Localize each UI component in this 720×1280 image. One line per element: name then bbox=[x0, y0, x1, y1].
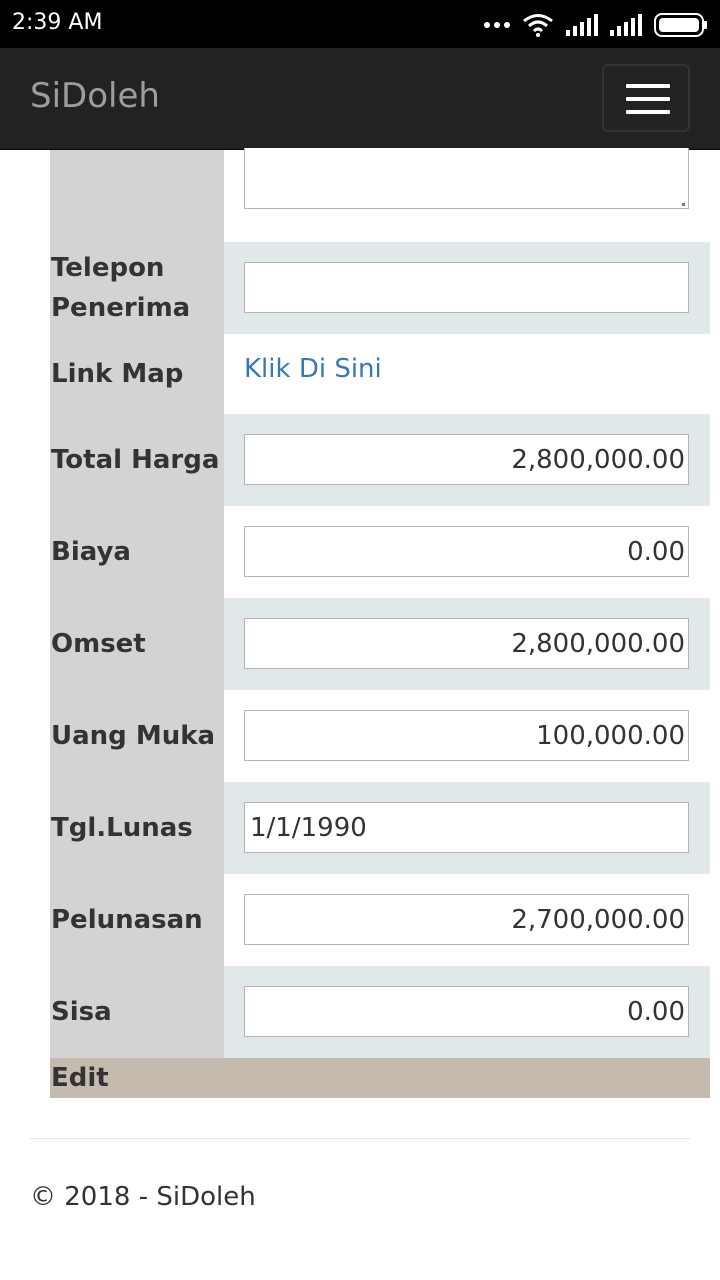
table-row: Total Harga 2,800,000.00 bbox=[50, 414, 710, 506]
navbar: SiDoleh bbox=[0, 48, 720, 150]
row-value: Klik Di Sini bbox=[224, 334, 710, 414]
sisa-field[interactable]: 0.00 bbox=[244, 986, 689, 1037]
uang-muka-label: Uang Muka bbox=[50, 690, 224, 782]
table-row: Omset 2,800,000.00 bbox=[50, 598, 710, 690]
table-row: Link Map Klik Di Sini bbox=[50, 334, 710, 414]
biaya-field[interactable]: 0.00 bbox=[244, 526, 689, 577]
row-value: 2,700,000.00 bbox=[224, 874, 710, 966]
total-harga-label: Total Harga bbox=[50, 414, 224, 506]
brand-link[interactable]: SiDoleh bbox=[30, 76, 160, 116]
footer-copyright: © 2018 - SiDoleh bbox=[30, 1182, 256, 1212]
linkmap-label: Link Map bbox=[50, 334, 224, 414]
table-row: Tgl.Lunas 1/1/1990 bbox=[50, 782, 710, 874]
uang-muka-field[interactable]: 100,000.00 bbox=[244, 710, 689, 761]
signal-icon bbox=[566, 14, 598, 36]
pelunasan-field[interactable]: 2,700,000.00 bbox=[244, 894, 689, 945]
table-row: Pelunasan 2,700,000.00 bbox=[50, 874, 710, 966]
hamburger-menu-icon[interactable] bbox=[602, 64, 690, 132]
resize-grip-icon[interactable] bbox=[682, 203, 685, 206]
edit-link[interactable]: Edit bbox=[50, 1058, 710, 1098]
battery-icon bbox=[654, 13, 707, 37]
map-link[interactable]: Klik Di Sini bbox=[244, 354, 382, 384]
row-value: 2,800,000.00 bbox=[224, 414, 710, 506]
tgl-lunas-label: Tgl.Lunas bbox=[50, 782, 224, 874]
biaya-label: Biaya bbox=[50, 506, 224, 598]
wifi-icon bbox=[523, 14, 553, 37]
status-bar: 2:39 AM bbox=[0, 0, 720, 48]
row-value: 0.00 bbox=[224, 966, 710, 1058]
tgl-lunas-field[interactable]: 1/1/1990 bbox=[244, 802, 689, 853]
row-value: 0.00 bbox=[224, 506, 710, 598]
omset-label: Omset bbox=[50, 598, 224, 690]
row-value bbox=[224, 148, 710, 242]
footer-divider bbox=[30, 1138, 690, 1139]
table-row: Biaya 0.00 bbox=[50, 506, 710, 598]
row-value bbox=[224, 242, 710, 334]
row-value: 100,000.00 bbox=[224, 690, 710, 782]
row-label bbox=[50, 150, 224, 242]
row-value: 1/1/1990 bbox=[224, 782, 710, 874]
row-value: 2,800,000.00 bbox=[224, 598, 710, 690]
status-time: 2:39 AM bbox=[12, 10, 103, 35]
address-textarea[interactable] bbox=[244, 148, 689, 209]
table-row: Sisa 0.00 bbox=[50, 966, 710, 1058]
table-row: Uang Muka 100,000.00 bbox=[50, 690, 710, 782]
total-harga-field[interactable]: 2,800,000.00 bbox=[244, 434, 689, 485]
table-row: Telepon Penerima bbox=[50, 242, 710, 334]
telepon-penerima-field[interactable] bbox=[244, 262, 689, 313]
sisa-label: Sisa bbox=[50, 966, 224, 1058]
status-icons bbox=[484, 12, 708, 38]
more-dots-icon bbox=[484, 22, 510, 28]
pelunasan-label: Pelunasan bbox=[50, 874, 224, 966]
table-row bbox=[50, 148, 710, 242]
telepon-label: Telepon Penerima bbox=[50, 242, 224, 334]
omset-field[interactable]: 2,800,000.00 bbox=[244, 618, 689, 669]
signal-icon bbox=[610, 14, 642, 36]
